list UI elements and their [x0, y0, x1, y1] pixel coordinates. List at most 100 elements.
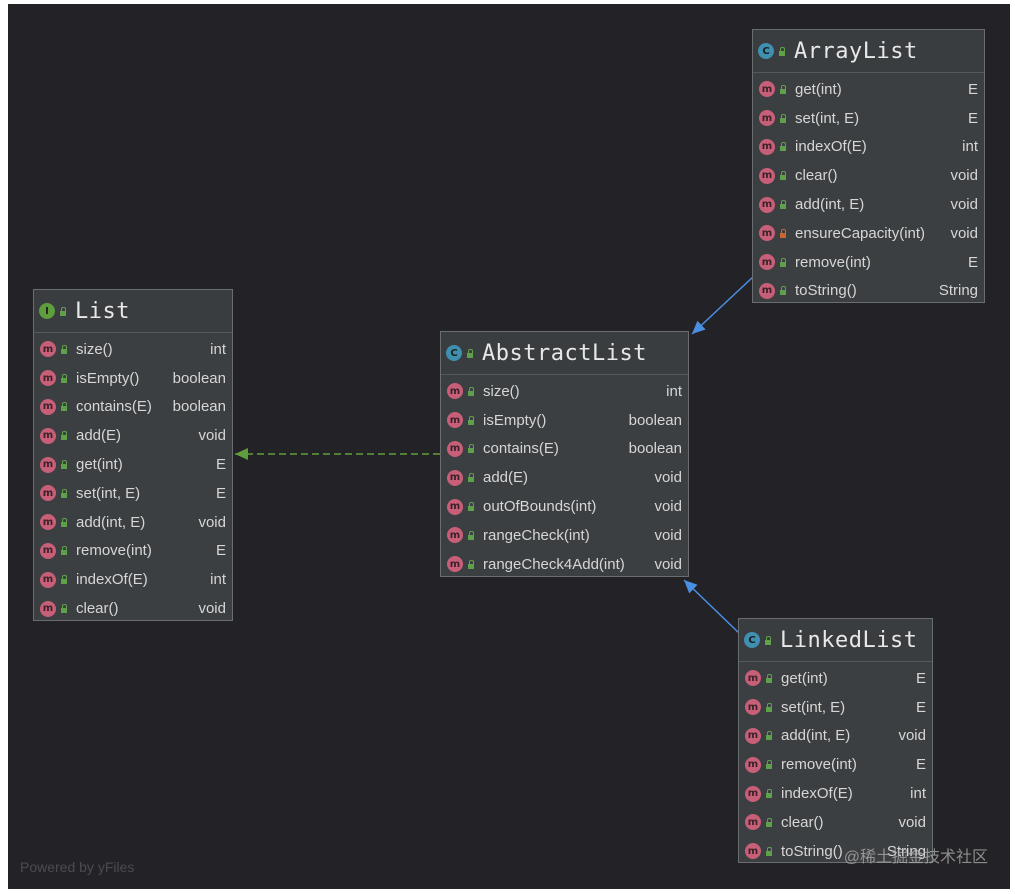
method-icon: m [40, 427, 56, 444]
return-type: void [898, 727, 926, 745]
class-icon: C [758, 43, 774, 59]
class-box-array-list[interactable]: C ArrayList m get(int) Em set(int, E) Em inde… [752, 29, 985, 303]
public-lock-icon [60, 344, 68, 354]
member-row[interactable]: m rangeCheck4Add(int) void [441, 550, 688, 579]
member-row[interactable]: m indexOf(E) int [753, 133, 984, 162]
public-lock-icon [779, 113, 787, 123]
return-type: void [950, 196, 978, 214]
public-lock-icon [765, 673, 773, 683]
public-lock-icon [60, 373, 68, 383]
public-lock-icon [60, 460, 68, 470]
class-name: LinkedList [780, 627, 918, 653]
method-icon: m [745, 843, 761, 860]
member-row[interactable]: m remove(int) E [34, 537, 232, 566]
class-header: C LinkedList [739, 619, 932, 662]
member-row[interactable]: m add(int, E) void [753, 190, 984, 219]
member-row[interactable]: m contains(E) boolean [441, 435, 688, 464]
member-row[interactable]: m isEmpty() boolean [441, 406, 688, 435]
method-signature: rangeCheck4Add(int) [483, 555, 625, 573]
member-row[interactable]: m get(int) E [34, 450, 232, 479]
method-icon: m [759, 81, 775, 98]
return-type: E [967, 109, 978, 127]
interface-icon: I [39, 303, 55, 319]
method-icon: m [745, 727, 761, 744]
return-type: void [898, 813, 926, 831]
method-icon: m [40, 571, 56, 588]
member-row[interactable]: m remove(int) E [753, 248, 984, 277]
member-row[interactable]: m add(E) void [34, 421, 232, 450]
method-signature: clear() [781, 813, 824, 831]
public-lock-icon [779, 142, 787, 152]
return-type: boolean [172, 398, 226, 416]
member-row[interactable]: m outOfBounds(int) void [441, 492, 688, 521]
member-row[interactable]: m size() int [34, 335, 232, 364]
public-lock-icon [764, 635, 772, 645]
member-row[interactable]: m clear() void [34, 594, 232, 623]
member-row[interactable]: m get(int) E [753, 75, 984, 104]
member-row[interactable]: m add(E) void [441, 463, 688, 492]
member-row[interactable]: m rangeCheck(int) void [441, 521, 688, 550]
return-type: E [915, 669, 926, 687]
member-row[interactable]: m set(int, E) E [739, 693, 932, 722]
return-type: E [967, 80, 978, 98]
public-lock-icon [60, 517, 68, 527]
public-lock-icon [467, 386, 475, 396]
method-signature: get(int) [76, 456, 123, 474]
public-lock-icon [779, 200, 787, 210]
public-lock-icon [467, 473, 475, 483]
method-icon: m [759, 110, 775, 127]
member-row[interactable]: m isEmpty() boolean [34, 364, 232, 393]
member-row[interactable]: m add(int, E) void [739, 722, 932, 751]
class-box-abstract-list[interactable]: C AbstractList m size() int m isEmpty() boole… [440, 331, 689, 577]
class-header: I List [34, 290, 232, 333]
method-signature: add(E) [483, 469, 529, 487]
return-type: int [210, 571, 226, 589]
member-row[interactable]: m add(int, E) void [34, 508, 232, 537]
return-type: void [654, 526, 682, 544]
public-lock-icon [779, 84, 787, 94]
member-row[interactable]: m set(int, E) E [753, 104, 984, 133]
return-type: boolean [628, 411, 682, 429]
member-row[interactable]: m remove(int) E [739, 750, 932, 779]
member-list: m size() int m isEmpty() boolean m contains(E) b… [441, 375, 688, 581]
member-row[interactable]: m contains(E) boolean [34, 393, 232, 422]
method-signature: outOfBounds(int) [483, 498, 597, 516]
return-type: E [967, 253, 978, 271]
public-lock-icon [467, 559, 475, 569]
return-type: E [215, 456, 226, 474]
public-lock-icon [765, 817, 773, 827]
method-signature: remove(int) [76, 542, 152, 560]
method-icon: m [40, 485, 56, 502]
powered-by-footer: Powered by yFiles [20, 859, 135, 875]
public-lock-icon [765, 760, 773, 770]
member-list: m get(int) Em set(int, E) Em indexOf(E) int m cl… [753, 73, 984, 307]
method-icon: m [447, 498, 463, 515]
member-row[interactable]: m indexOf(E) int [739, 779, 932, 808]
member-row[interactable]: m get(int) E [739, 664, 932, 693]
return-type: E [915, 756, 926, 774]
method-signature: indexOf(E) [781, 785, 853, 803]
member-row[interactable]: m toString() String [753, 277, 984, 306]
class-name: List [75, 298, 130, 324]
method-icon: m [745, 814, 761, 831]
implements-arrowhead [235, 448, 248, 460]
return-type: E [915, 698, 926, 716]
member-row[interactable]: m ensureCapacity(int) void [753, 219, 984, 248]
method-icon: m [759, 254, 775, 271]
return-type: E [215, 542, 226, 560]
member-row[interactable]: m indexOf(E) int [34, 565, 232, 594]
method-signature: isEmpty() [76, 369, 140, 387]
class-box-linked-list[interactable]: C LinkedList m get(int) Em set(int, E) Em add… [738, 618, 933, 863]
return-type: boolean [172, 369, 226, 387]
member-row[interactable]: m size() int [441, 377, 688, 406]
class-box-list[interactable]: I List m size() int m isEmpty() boolean m conta… [33, 289, 233, 621]
member-row[interactable]: m set(int, E) E [34, 479, 232, 508]
method-signature: set(int, E) [76, 484, 141, 502]
method-icon: m [745, 699, 761, 716]
method-signature: get(int) [781, 669, 828, 687]
member-row[interactable]: m clear() void [739, 808, 932, 837]
member-row[interactable]: m clear() void [753, 161, 984, 190]
return-type: void [198, 513, 226, 531]
class-header: C AbstractList [441, 332, 688, 375]
public-lock-icon [765, 846, 773, 856]
